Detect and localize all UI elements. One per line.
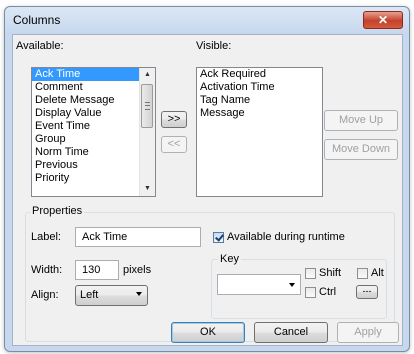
dialog-body: Available: Ack Time Comment Delete Message… <box>12 34 403 346</box>
visible-label: Visible: <box>196 40 232 52</box>
label-caption: Label: <box>31 231 61 243</box>
remove-column-button[interactable]: << <box>161 136 187 153</box>
width-caption: Width: <box>31 264 63 276</box>
cancel-button[interactable]: Cancel <box>254 322 328 343</box>
list-item[interactable]: Message <box>197 107 322 120</box>
shift-label: Shift <box>319 267 342 279</box>
list-item[interactable]: Display Value <box>32 107 139 120</box>
title-bar: Columns ✕ <box>5 7 409 31</box>
add-column-button[interactable]: >> <box>161 111 187 128</box>
list-item[interactable]: Ack Time <box>32 68 139 81</box>
align-caption: Align: <box>31 289 59 301</box>
scroll-down-icon[interactable]: ▼ <box>140 182 155 196</box>
available-runtime-checkbox[interactable] <box>213 232 224 243</box>
list-item[interactable]: Tag Name <box>197 94 322 107</box>
available-scrollbar[interactable]: ▲ ▼ <box>139 68 155 196</box>
width-field[interactable]: 130 <box>75 260 119 280</box>
visible-list[interactable]: Ack Required Activation Time Tag Name Messa… <box>196 67 323 197</box>
close-button[interactable]: ✕ <box>363 11 403 29</box>
move-down-button[interactable]: Move Down <box>324 139 398 160</box>
available-list[interactable]: Ack Time Comment Delete Message Display Val… <box>31 67 156 197</box>
available-label: Available: <box>16 40 64 52</box>
list-item[interactable]: Comment <box>32 81 139 94</box>
chevron-down-icon <box>289 283 295 287</box>
list-item[interactable]: Event Time <box>32 120 139 133</box>
list-item[interactable]: Previous <box>32 159 139 172</box>
alt-label: Alt <box>371 267 384 279</box>
ctrl-checkbox[interactable] <box>305 287 316 298</box>
list-item[interactable]: Norm Time <box>32 146 139 159</box>
list-item[interactable]: Delete Message <box>32 94 139 107</box>
list-item[interactable]: Activation Time <box>197 81 322 94</box>
available-runtime-label: Available during runtime <box>227 231 345 243</box>
label-field[interactable]: Ack Time <box>75 227 201 247</box>
columns-dialog: Columns ✕ Available: Ack Time Comment Dele… <box>4 6 410 352</box>
move-up-button[interactable]: Move Up <box>324 110 398 131</box>
window-title: Columns <box>13 13 61 27</box>
shift-checkbox[interactable] <box>305 268 316 279</box>
grip-icon <box>145 102 150 110</box>
ctrl-label: Ctrl <box>319 286 337 298</box>
chevron-down-icon <box>136 292 142 296</box>
ok-button[interactable]: OK <box>171 322 245 343</box>
available-items: Ack Time Comment Delete Message Display Val… <box>32 68 155 185</box>
align-dropdown[interactable]: Left <box>75 285 148 306</box>
alt-checkbox[interactable] <box>357 268 368 279</box>
scroll-thumb[interactable] <box>141 84 153 128</box>
scroll-up-icon[interactable]: ▲ <box>140 68 155 82</box>
key-title: Key <box>218 253 241 265</box>
properties-title: Properties <box>30 205 85 217</box>
align-value: Left <box>80 289 99 301</box>
visible-items: Ack Required Activation Time Tag Name Messa… <box>197 68 322 120</box>
list-item[interactable]: Group <box>32 133 139 146</box>
key-browse-button[interactable]: --- <box>356 285 378 299</box>
list-item[interactable]: Ack Required <box>197 68 322 81</box>
list-item[interactable]: Priority <box>32 172 139 185</box>
key-dropdown[interactable] <box>217 274 301 295</box>
apply-button[interactable]: Apply <box>337 322 399 343</box>
width-unit: pixels <box>123 264 152 276</box>
